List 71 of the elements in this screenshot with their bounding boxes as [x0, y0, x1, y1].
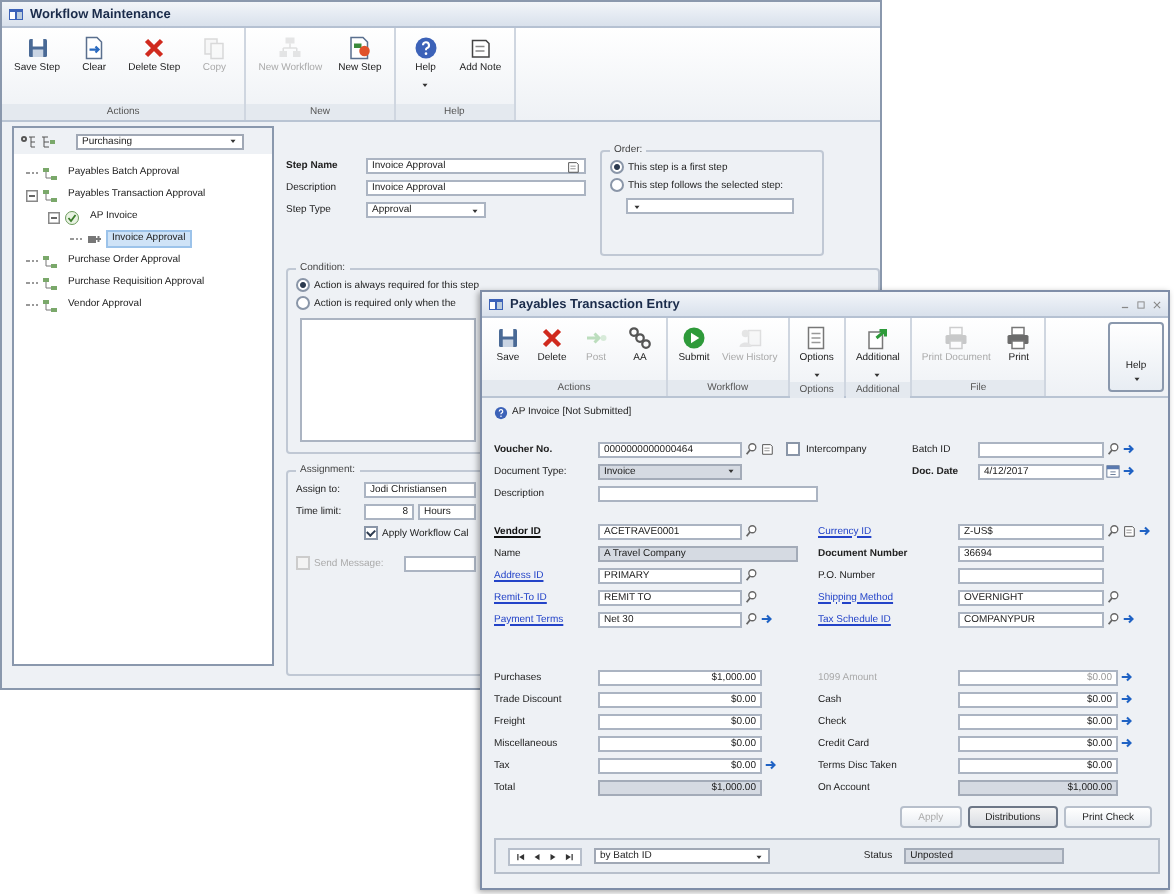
document-plus-icon	[347, 36, 372, 60]
radio-button[interactable]	[296, 296, 310, 310]
collapse-icon[interactable]	[26, 189, 38, 201]
note-icon[interactable]	[566, 159, 580, 173]
first-record-icon[interactable]	[516, 851, 526, 861]
arrow-icon[interactable]	[1122, 442, 1136, 456]
calendar-icon[interactable]	[1106, 464, 1120, 478]
input-field[interactable]	[598, 485, 818, 501]
note-icon[interactable]	[760, 442, 774, 456]
radio-button[interactable]	[610, 178, 624, 192]
printer-icon	[1006, 326, 1031, 350]
search-icon[interactable]	[744, 590, 758, 604]
note-icon	[468, 36, 493, 60]
caret-icon	[1131, 374, 1141, 384]
arrow-icon[interactable]	[760, 612, 774, 626]
flow-icon	[42, 187, 58, 203]
x-mark-icon	[142, 36, 167, 60]
arrow-icon[interactable]	[1120, 692, 1134, 706]
input-field[interactable]	[978, 441, 1104, 457]
input-field[interactable]	[403, 555, 476, 571]
previous-record-icon[interactable]	[532, 851, 542, 861]
help-icon	[413, 36, 438, 60]
next-record-icon[interactable]	[548, 851, 558, 861]
arrow-icon[interactable]	[1122, 612, 1136, 626]
search-icon[interactable]	[744, 612, 758, 626]
list-page-icon	[804, 326, 829, 350]
help-icon[interactable]	[494, 405, 508, 419]
stamp-icon	[86, 231, 102, 247]
arrow-icon[interactable]	[1122, 464, 1136, 478]
document-arrow-icon	[82, 36, 107, 60]
x-mark-icon	[540, 326, 564, 350]
caret-icon	[726, 466, 736, 476]
search-icon[interactable]	[1106, 612, 1120, 626]
play-circle-icon	[682, 326, 706, 350]
caret-icon	[228, 136, 238, 146]
last-record-icon[interactable]	[564, 851, 574, 861]
search-icon[interactable]	[744, 442, 758, 456]
caret-icon	[632, 201, 642, 211]
diagram-icon	[278, 36, 303, 60]
history-icon	[737, 326, 762, 350]
dropdown-field[interactable]	[626, 198, 794, 214]
arrow-icon[interactable]	[1120, 714, 1134, 728]
arrow-icon[interactable]	[1138, 524, 1152, 538]
printer-icon	[944, 326, 969, 350]
pages-icon	[202, 36, 227, 60]
check-circle-icon	[64, 209, 80, 225]
arrow-icon[interactable]	[764, 758, 778, 772]
search-icon[interactable]	[1106, 524, 1120, 538]
search-icon[interactable]	[744, 568, 758, 582]
chain-icon	[628, 326, 652, 350]
flow-icon	[42, 165, 58, 181]
flow-icon	[42, 275, 58, 291]
caret-icon	[754, 851, 764, 861]
flow-icon	[42, 297, 58, 313]
close-icon[interactable]	[1152, 299, 1162, 309]
collapse-icon[interactable]	[48, 211, 60, 223]
radio-button[interactable]	[610, 160, 624, 174]
arrow-icon[interactable]	[1120, 670, 1134, 684]
search-icon[interactable]	[1106, 442, 1120, 456]
radio-button[interactable]	[296, 278, 310, 292]
checkbox[interactable]	[364, 526, 378, 540]
input-field[interactable]	[958, 567, 1104, 583]
gear-tree-icon[interactable]	[20, 133, 36, 149]
checkbox[interactable]	[786, 442, 800, 456]
caret-icon	[470, 205, 480, 215]
flow-icon	[42, 253, 58, 269]
search-icon[interactable]	[744, 524, 758, 538]
arrow-icon[interactable]	[1120, 736, 1134, 750]
note-icon[interactable]	[1122, 524, 1136, 538]
caret-icon	[420, 79, 431, 89]
search-icon[interactable]	[1106, 590, 1120, 604]
